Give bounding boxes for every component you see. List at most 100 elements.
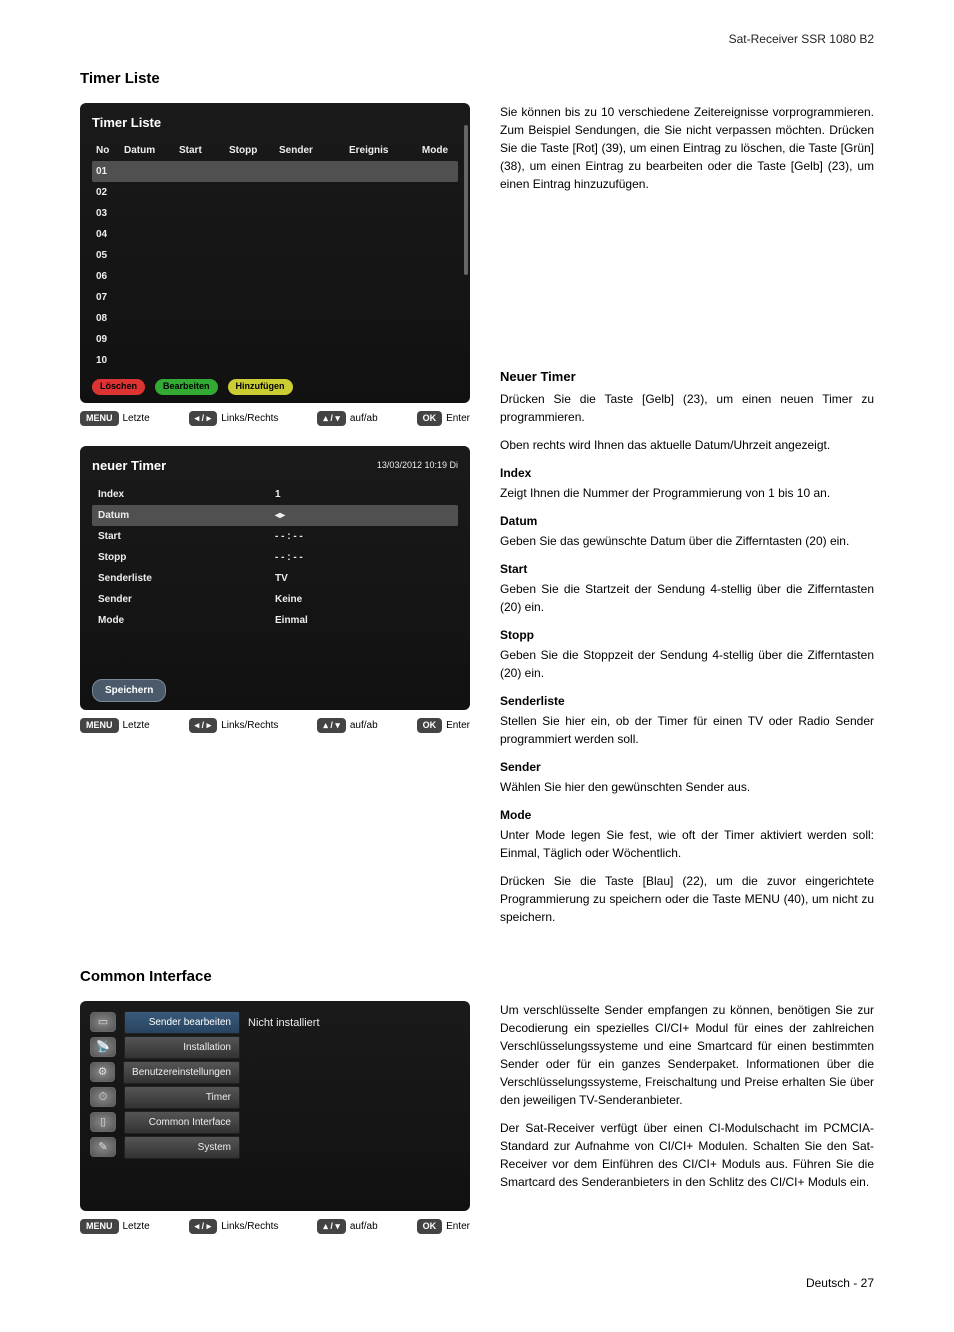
heading-datum: Datum (500, 512, 874, 530)
menu-icon: ▯ (90, 1112, 116, 1132)
ci-panel: ▭ Sender bearbeiten📡Installation ⚙ Benutzer… (80, 1001, 470, 1211)
col-stopp: Stopp (229, 143, 279, 158)
ci-status: Nicht installiert (240, 1011, 460, 1161)
table-row[interactable]: 09 (92, 329, 458, 350)
table-row[interactable]: 05 (92, 245, 458, 266)
ci-menu-item[interactable]: 📡Installation (90, 1036, 240, 1059)
timer-liste-panel-title: Timer Liste (92, 113, 458, 133)
nav-label: Letzte (123, 1219, 150, 1234)
field-datum[interactable]: Datum◂▸ (92, 505, 458, 526)
lr-key: ◂ / ▸ (189, 411, 218, 427)
scrollbar[interactable] (464, 125, 468, 275)
nav-label: Links/Rechts (221, 411, 278, 426)
body-text: Wählen Sie hier den gewünschten Sender a… (500, 778, 874, 796)
menu-icon: ⚙ (90, 1062, 115, 1082)
menu-icon: ✎ (90, 1137, 116, 1157)
nav-label: auf/ab (350, 718, 378, 733)
footer-page: 27 (861, 1276, 874, 1290)
ci-menu-item[interactable]: ⏱ Timer (90, 1086, 240, 1109)
nav-hints: MENULetzte ◂ / ▸Links/Rechts ▴ / ▾auf/ab… (80, 1219, 470, 1235)
field-mode[interactable]: ModeEinmal (92, 610, 458, 631)
menu-label: Sender bearbeiten (124, 1011, 240, 1034)
lr-key: ◂ / ▸ (189, 718, 218, 734)
nav-label: auf/ab (350, 1219, 378, 1234)
nav-label: auf/ab (350, 411, 378, 426)
heading-index: Index (500, 464, 874, 482)
delete-button[interactable]: Löschen (92, 379, 145, 395)
menu-label: System (124, 1136, 240, 1159)
ci-menu-item[interactable]: ▯ Common Interface (90, 1111, 240, 1134)
body-text: Der Sat-Receiver verfügt über einen CI-M… (500, 1119, 874, 1191)
ok-key: OK (417, 411, 443, 427)
nav-label: Letzte (123, 718, 150, 733)
neuer-timer-title: neuer Timer (92, 456, 166, 476)
nav-hints: MENULetzte ◂ / ▸Links/Rechts ▴ / ▾auf/ab… (80, 411, 470, 427)
nav-label: Links/Rechts (221, 1219, 278, 1234)
field-index[interactable]: Index1 (92, 484, 458, 505)
body-text: Stellen Sie hier ein, ob der Timer für e… (500, 712, 874, 748)
table-row[interactable]: 02 (92, 182, 458, 203)
ok-key: OK (417, 718, 443, 734)
product-header: Sat-Receiver SSR 1080 B2 (80, 30, 874, 48)
section-title-common-interface: Common Interface (80, 966, 874, 989)
ud-key: ▴ / ▾ (317, 718, 346, 734)
ud-key: ▴ / ▾ (317, 1219, 346, 1235)
col-ereignis: Ereignis (349, 143, 419, 158)
field-stopp[interactable]: Stopp- - : - - (92, 547, 458, 568)
ci-menu-item[interactable]: ▭ Sender bearbeiten (90, 1011, 240, 1034)
col-sender: Sender (279, 143, 349, 158)
heading-senderliste: Senderliste (500, 692, 874, 710)
heading-neuer-timer: Neuer Timer (500, 367, 874, 387)
ci-menu: ▭ Sender bearbeiten📡Installation ⚙ Benutzer… (90, 1011, 240, 1161)
nav-label: Enter (446, 718, 470, 733)
nav-label: Enter (446, 1219, 470, 1234)
col-mode: Mode (419, 143, 454, 158)
body-text: Sie können bis zu 10 verschiedene Zeiter… (500, 103, 874, 193)
timer-table-header: No Datum Start Stopp Sender Ereignis Mod… (92, 140, 458, 161)
heading-stopp: Stopp (500, 626, 874, 644)
menu-label: Common Interface (124, 1111, 240, 1134)
body-text: Geben Sie die Startzeit der Sendung 4-st… (500, 580, 874, 616)
table-row[interactable]: 08 (92, 308, 458, 329)
field-senderliste[interactable]: SenderlisteTV (92, 568, 458, 589)
table-row[interactable]: 01 (92, 161, 458, 182)
ci-menu-item[interactable]: ⚙ Benutzereinstellungen (90, 1061, 240, 1084)
body-text: Zeigt Ihnen die Nummer der Programmierun… (500, 484, 874, 502)
neuer-timer-panel: neuer Timer 13/03/2012 10:19 Di Index1 D… (80, 446, 470, 710)
add-button[interactable]: Hinzufügen (228, 379, 293, 395)
menu-icon: ▭ (90, 1012, 116, 1032)
table-row[interactable]: 07 (92, 287, 458, 308)
nav-label: Links/Rechts (221, 718, 278, 733)
body-text: Geben Sie die Stoppzeit der Sendung 4-st… (500, 646, 874, 682)
nav-hints: MENULetzte ◂ / ▸Links/Rechts ▴ / ▾auf/ab… (80, 718, 470, 734)
body-text: Geben Sie das gewünschte Datum über die … (500, 532, 874, 550)
nav-label: Enter (446, 411, 470, 426)
col-datum: Datum (124, 143, 179, 158)
table-row[interactable]: 10 (92, 350, 458, 371)
ci-menu-item[interactable]: ✎ System (90, 1136, 240, 1159)
menu-label: Timer (124, 1086, 240, 1109)
body-text: Um verschlüsselte Sender empfangen zu kö… (500, 1001, 874, 1109)
save-button[interactable]: Speichern (92, 679, 166, 702)
menu-icon: ⏱ (90, 1087, 116, 1107)
menu-label: Benutzereinstellungen (123, 1061, 240, 1084)
timer-liste-panel: Timer Liste No Datum Start Stopp Sender … (80, 103, 470, 403)
menu-key: MENU (80, 1219, 119, 1235)
datetime-display: 13/03/2012 10:19 Di (377, 459, 458, 473)
col-no: No (96, 143, 124, 158)
field-sender[interactable]: SenderKeine (92, 589, 458, 610)
section-title-timer-liste: Timer Liste (80, 68, 874, 91)
table-row[interactable]: 04 (92, 224, 458, 245)
footer-lang: Deutsch (806, 1276, 850, 1290)
table-row[interactable]: 06 (92, 266, 458, 287)
edit-button[interactable]: Bearbeiten (155, 379, 218, 395)
page-footer: Deutsch - 27 (80, 1274, 874, 1292)
body-text: Drücken Sie die Taste [Gelb] (23), um ei… (500, 390, 874, 426)
menu-key: MENU (80, 411, 119, 427)
timer-rows: 01 02 03 04 05 06 07 08 09 10 (92, 161, 458, 371)
table-row[interactable]: 03 (92, 203, 458, 224)
heading-mode: Mode (500, 806, 874, 824)
field-start[interactable]: Start- - : - - (92, 526, 458, 547)
body-text: Drücken Sie die Taste [Blau] (22), um di… (500, 872, 874, 926)
ok-key: OK (417, 1219, 443, 1235)
